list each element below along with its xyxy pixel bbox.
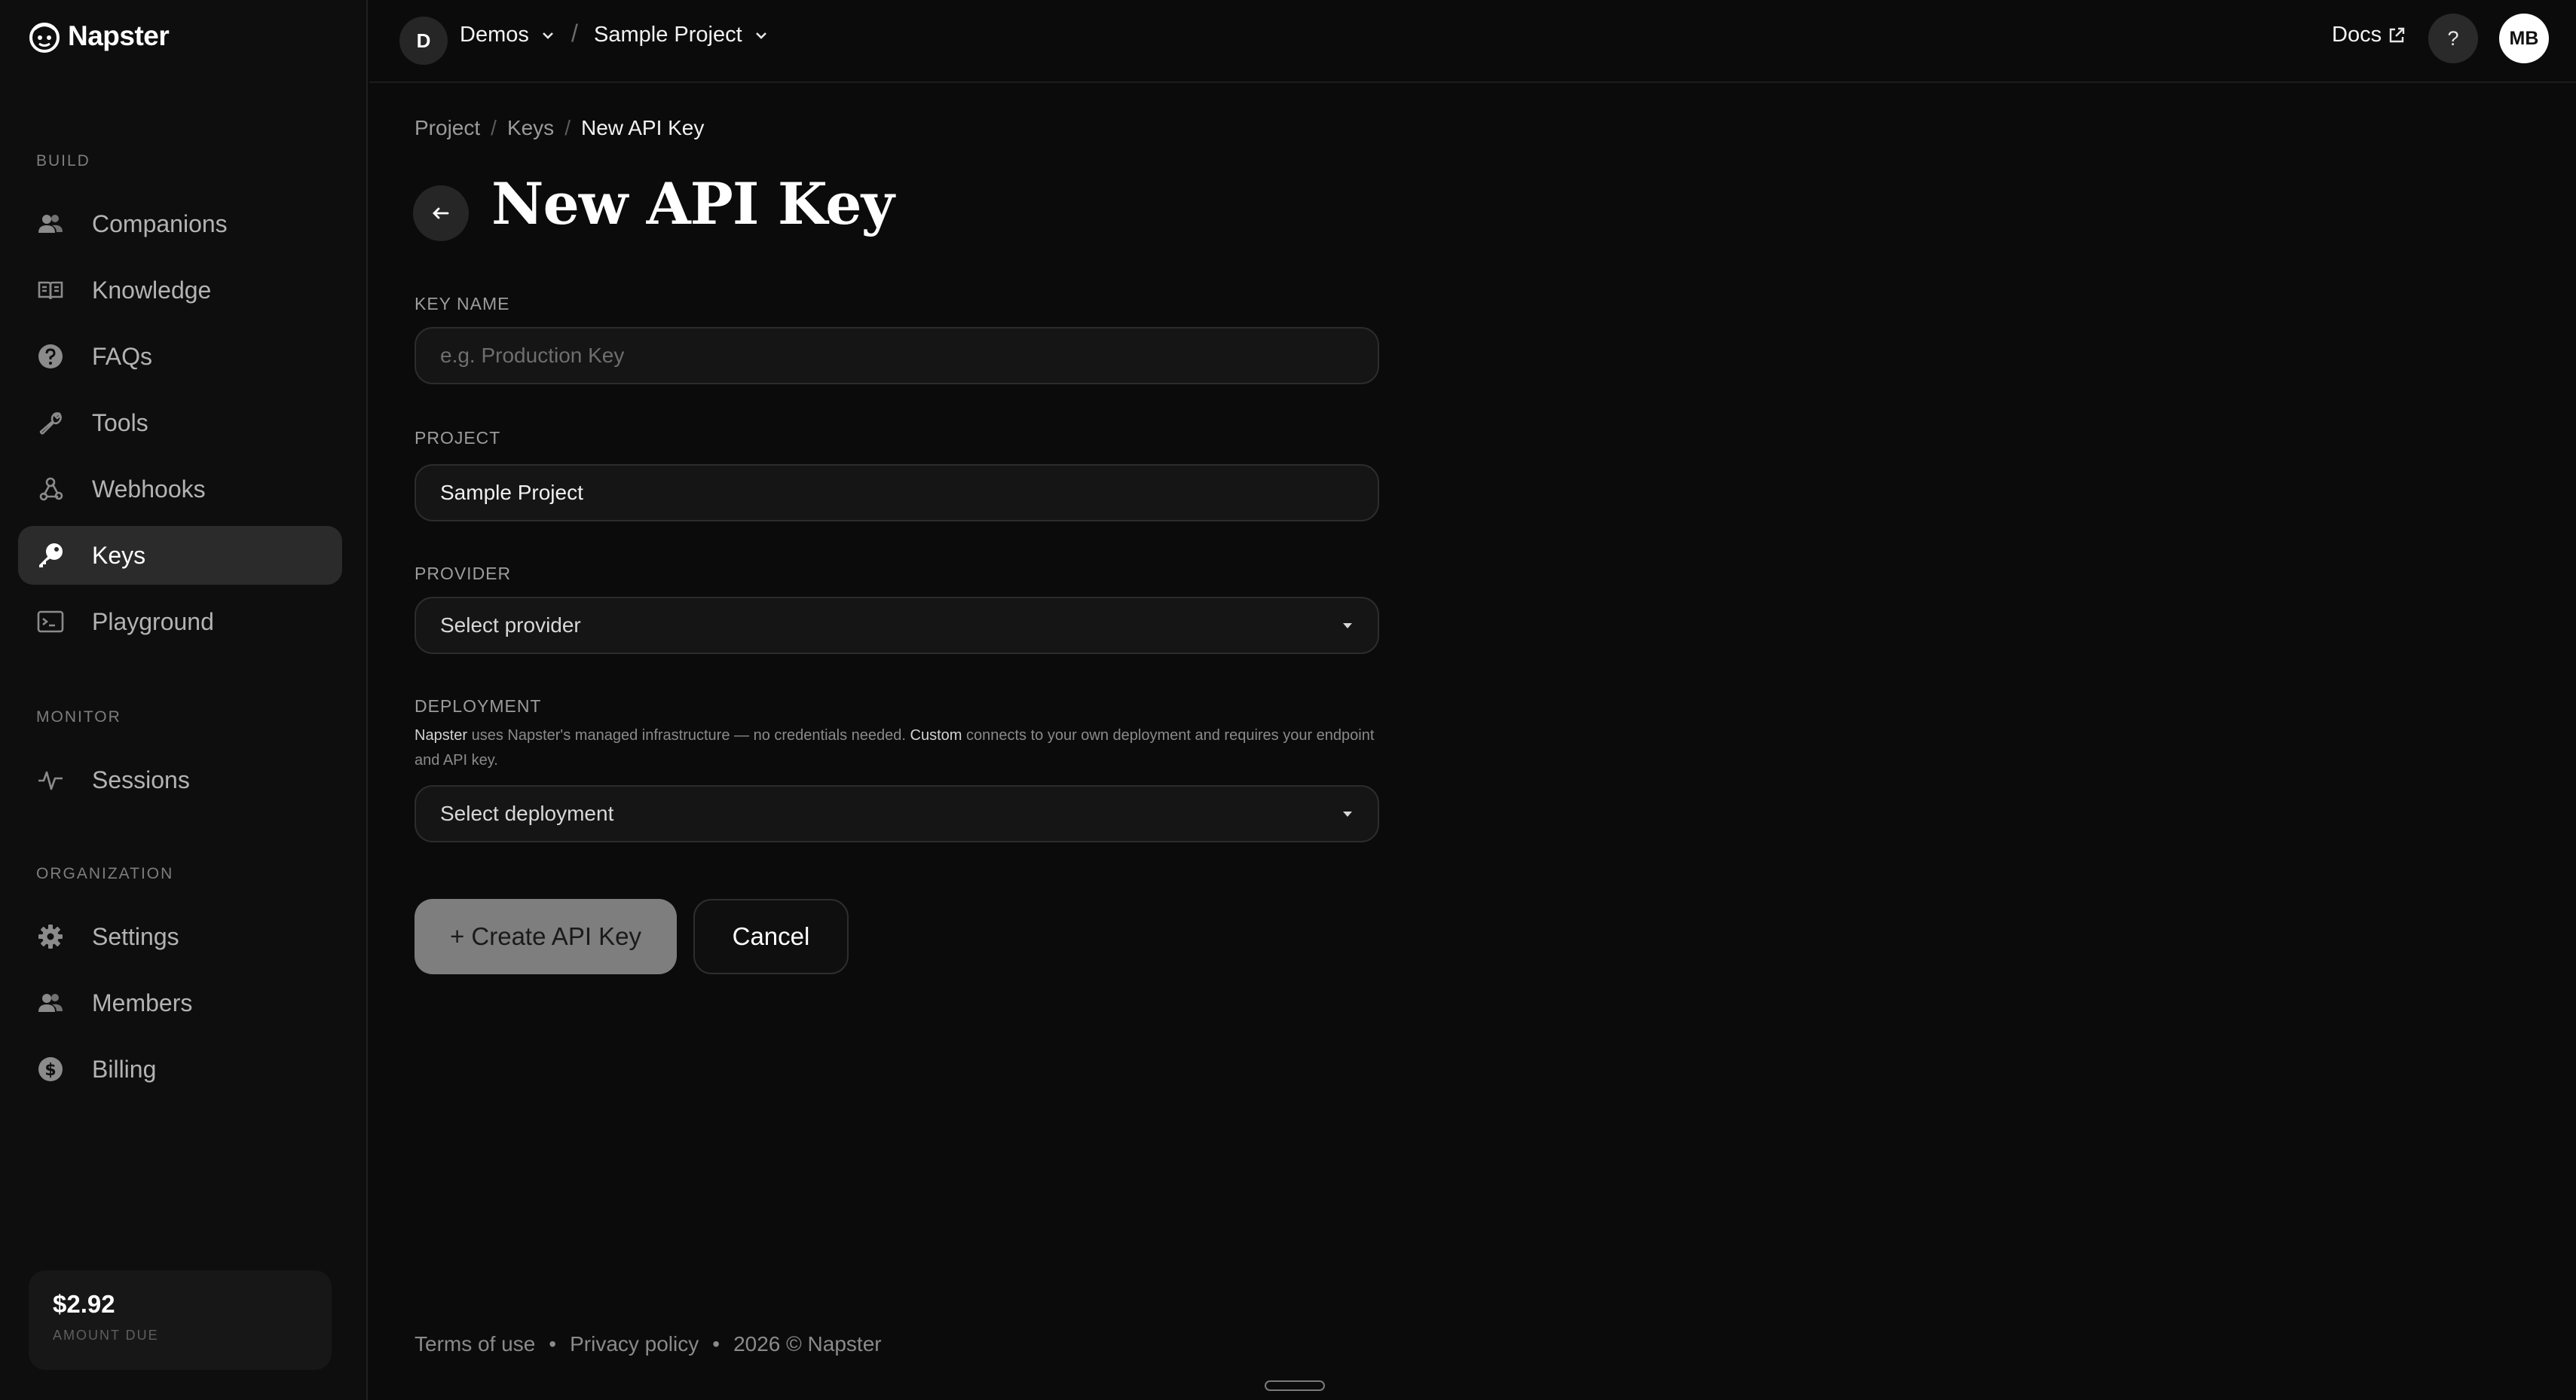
key-name-label: KEY NAME — [415, 294, 510, 313]
section-title-monitor: MONITOR — [36, 708, 121, 726]
sidebar-item-knowledge[interactable]: Knowledge — [18, 261, 342, 319]
breadcrumb-separator: / — [564, 116, 571, 139]
activity-icon — [36, 766, 65, 794]
back-button[interactable] — [413, 185, 469, 241]
org-name: Demos — [460, 23, 529, 47]
create-api-key-button[interactable]: + Create API Key — [415, 899, 677, 974]
terms-link[interactable]: Terms of use — [415, 1332, 535, 1356]
balance-card[interactable]: $2.92 AMOUNT DUE — [29, 1270, 332, 1370]
copyright: 2026 © Napster — [733, 1332, 882, 1356]
sidebar-item-label: Settings — [92, 922, 179, 950]
sidebar-item-label: Knowledge — [92, 276, 212, 304]
project-switcher[interactable]: Sample Project — [594, 23, 769, 47]
svg-text:$: $ — [44, 1061, 56, 1080]
wrench-icon — [36, 408, 65, 437]
user-avatar[interactable]: MB — [2499, 14, 2549, 63]
sidebar-item-webhooks[interactable]: Webhooks — [18, 460, 342, 518]
brand-logo[interactable]: Napster — [27, 15, 170, 57]
question-circle-icon — [36, 342, 65, 371]
page-title: New API Key — [491, 170, 895, 237]
gear-icon — [36, 922, 65, 951]
terminal-icon — [36, 607, 65, 636]
topbar: D Demos / Sample Project Docs ? MB — [369, 0, 2576, 83]
sidebar-item-label: Tools — [92, 408, 148, 436]
sidebar-item-sessions[interactable]: Sessions — [18, 750, 342, 809]
webhook-icon — [36, 475, 65, 503]
breadcrumb-current: New API Key — [580, 116, 705, 139]
docs-link[interactable]: Docs — [2332, 23, 2406, 47]
sidebar-item-label: Keys — [92, 541, 146, 569]
deployment-select[interactable]: Select deployment — [415, 785, 1379, 842]
provider-label: PROVIDER — [415, 564, 512, 583]
section-title-build: BUILD — [36, 152, 90, 170]
balance-amount: $2.92 — [53, 1290, 115, 1318]
help-button[interactable]: ? — [2428, 14, 2478, 63]
project-input[interactable] — [416, 466, 1378, 520]
sidebar-item-faqs[interactable]: FAQs — [18, 327, 342, 386]
users-icon — [36, 209, 65, 238]
footer: Terms of use • Privacy policy • 2026 © N… — [415, 1332, 882, 1356]
docs-label: Docs — [2332, 23, 2382, 47]
topbar-separator: / — [571, 20, 578, 47]
provider-select[interactable]: Select provider — [415, 597, 1379, 654]
sidebar-item-label: Sessions — [92, 766, 190, 793]
sidebar-item-label: Webhooks — [92, 475, 206, 503]
sidebar-item-keys[interactable]: Keys — [18, 526, 342, 585]
deployment-help-text: Napster uses Napster's managed infrastru… — [415, 723, 1387, 773]
footer-dot: • — [549, 1332, 557, 1356]
book-icon — [36, 276, 65, 304]
project-field — [415, 464, 1379, 521]
sidebar-item-members[interactable]: Members — [18, 974, 342, 1032]
breadcrumb-keys[interactable]: Keys — [507, 116, 554, 140]
deployment-select-value: Select deployment — [440, 802, 614, 825]
sidebar-item-tools[interactable]: Tools — [18, 393, 342, 452]
sidebar-item-settings[interactable]: Settings — [18, 907, 342, 966]
sidebar-item-label: Companions — [92, 209, 228, 237]
breadcrumb-project[interactable]: Project — [415, 116, 480, 140]
privacy-link[interactable]: Privacy policy — [570, 1332, 699, 1356]
key-name-field — [415, 327, 1379, 384]
section-title-organization: ORGANIZATION — [36, 865, 174, 882]
project-name: Sample Project — [594, 23, 742, 47]
provider-select-value: Select provider — [440, 613, 581, 637]
sidebar-item-label: Members — [92, 989, 193, 1016]
cancel-button[interactable]: Cancel — [693, 899, 849, 974]
users-icon — [36, 989, 65, 1017]
balance-caption: AMOUNT DUE — [53, 1328, 159, 1343]
sidebar-item-label: Playground — [92, 607, 214, 635]
chevron-down-icon — [753, 27, 769, 44]
footer-dot: • — [712, 1332, 720, 1356]
deployment-select-trigger[interactable]: Select deployment — [416, 787, 1378, 841]
help-text-napster: uses Napster's managed infrastructure — … — [467, 727, 910, 744]
caret-down-icon — [1340, 806, 1355, 821]
external-link-icon — [2388, 26, 2406, 44]
sidebar-item-playground[interactable]: Playground — [18, 592, 342, 651]
sidebar-item-billing[interactable]: $ Billing — [18, 1040, 342, 1099]
sidebar-item-label: Billing — [92, 1055, 157, 1083]
breadcrumb-separator: / — [491, 116, 497, 139]
scroll-handle[interactable] — [1265, 1380, 1325, 1391]
org-switcher[interactable]: Demos — [460, 23, 556, 47]
project-label: PROJECT — [415, 428, 501, 448]
help-strong-napster: Napster — [415, 727, 468, 744]
key-icon — [36, 541, 65, 570]
sidebar-item-companions[interactable]: Companions — [18, 194, 342, 253]
dollar-circle-icon: $ — [36, 1055, 65, 1084]
caret-down-icon — [1340, 618, 1355, 633]
deployment-label: DEPLOYMENT — [415, 696, 542, 716]
sidebar-item-label: FAQs — [92, 342, 153, 370]
chevron-down-icon — [540, 27, 556, 44]
arrow-left-icon — [430, 202, 452, 225]
sidebar: Napster BUILD Companions Knowledge FAQs … — [0, 0, 368, 1400]
breadcrumb: Project / Keys / New API Key — [415, 116, 704, 140]
brand-name: Napster — [68, 20, 170, 51]
key-name-input[interactable] — [416, 329, 1378, 383]
napster-logo-icon — [27, 19, 62, 53]
help-strong-custom: Custom — [910, 727, 962, 744]
org-avatar[interactable]: D — [399, 17, 448, 65]
provider-select-trigger[interactable]: Select provider — [416, 598, 1378, 653]
